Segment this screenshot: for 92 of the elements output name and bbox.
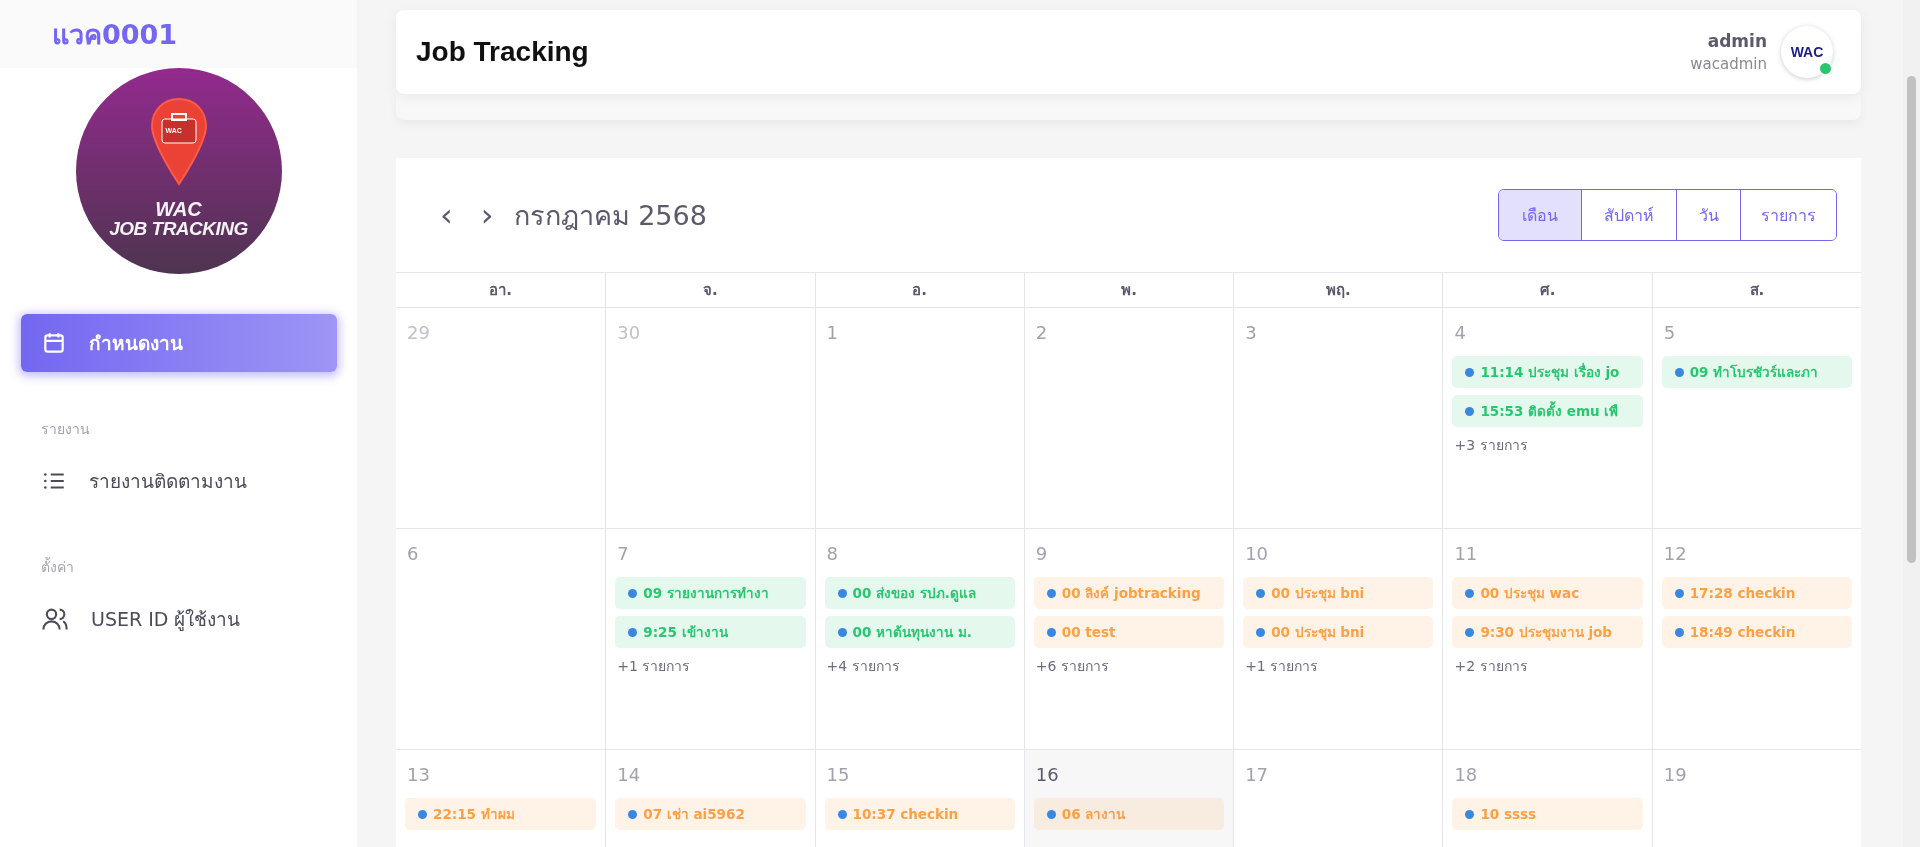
day-cell[interactable]: 18 10 ssss: [1442, 750, 1652, 847]
day-number: 8: [826, 543, 838, 564]
event-chip[interactable]: 9:30 ประชุมงาน job: [1452, 616, 1643, 648]
calendar-icon: [41, 330, 67, 356]
day-cell[interactable]: 29: [396, 308, 606, 529]
event-chip[interactable]: 11:14 ประชุม เรื่อง jo: [1452, 356, 1643, 388]
day-cell[interactable]: 9 00 ลิงค์ jobtracking 00 test +6 รายการ: [1023, 529, 1234, 750]
day-cell[interactable]: 10 00 ประชุม bni 00 ประชุม bni +1 รายการ: [1233, 529, 1443, 750]
weekday-header: อ.: [912, 280, 928, 301]
event-chip[interactable]: 00 หาต้นทุนงาน ม.: [824, 616, 1015, 648]
day-number: 30: [617, 322, 641, 343]
next-button[interactable]: ›: [466, 199, 508, 231]
view-tab[interactable]: รายการ: [1740, 190, 1836, 240]
avatar[interactable]: WAC: [1781, 26, 1833, 78]
event-chip[interactable]: 00 ประชุม bni: [1243, 616, 1434, 648]
weekday-header: ส.: [1749, 280, 1765, 301]
day-number: 16: [1035, 764, 1059, 785]
day-cell[interactable]: 12 17:28 checkin 18:49 checkin: [1651, 529, 1861, 750]
nav-item[interactable]: กำหนดงาน: [21, 314, 337, 372]
event-chip[interactable]: 00 ประชุม wac: [1452, 577, 1643, 609]
user-name: admin: [1707, 31, 1767, 51]
day-cell[interactable]: 17: [1233, 750, 1443, 847]
event-chip[interactable]: 00 ประชุม bni: [1243, 577, 1434, 609]
day-cell[interactable]: 15 10:37 checkin: [814, 750, 1024, 847]
day-number: 7: [617, 543, 629, 564]
day-number: 2: [1035, 322, 1048, 343]
day-number: 29: [407, 322, 430, 343]
event-chip[interactable]: 22:15 ทำผม: [405, 798, 597, 830]
weekday-header: ศ.: [1539, 280, 1556, 301]
more-link[interactable]: +4 รายการ: [826, 655, 900, 677]
previous-button[interactable]: ‹: [426, 199, 467, 231]
day-cell[interactable]: 6: [396, 529, 606, 750]
nav-item[interactable]: USER ID ผู้ใช้งาน: [21, 590, 337, 648]
event-chip[interactable]: 00 test: [1033, 616, 1225, 648]
day-cell[interactable]: 16 06 ลางาน: [1023, 750, 1234, 847]
view-tab[interactable]: เดือน: [1499, 190, 1581, 240]
event-chip[interactable]: 10 ssss: [1452, 798, 1643, 830]
day-number: 5: [1663, 322, 1676, 343]
day-number: 12: [1663, 543, 1687, 564]
event-chip[interactable]: 09 ทำโบรชัวร์และภา: [1661, 356, 1852, 388]
day-number: 6: [407, 543, 419, 564]
weekday-header: อา.: [489, 280, 512, 301]
day-cell[interactable]: 11 00 ประชุม wac 9:30 ประชุมงาน job +2 รายการ: [1442, 529, 1652, 750]
day-cell[interactable]: 30: [605, 308, 815, 529]
day-number: 11: [1454, 543, 1478, 564]
day-cell[interactable]: 3: [1233, 308, 1443, 529]
day-number: 4: [1454, 322, 1466, 343]
day-number: 17: [1245, 764, 1269, 785]
event-chip[interactable]: 06 ลางาน: [1033, 798, 1225, 830]
day-number: 3: [1245, 322, 1257, 343]
more-link[interactable]: +3 รายการ: [1454, 434, 1528, 456]
event-chip[interactable]: 00 ลิงค์ jobtracking: [1033, 577, 1225, 609]
day-cell[interactable]: 5 09 ทำโบรชัวร์และภา: [1651, 308, 1861, 529]
more-link[interactable]: +1 รายการ: [617, 655, 691, 677]
event-chip[interactable]: 10:37 checkin: [824, 798, 1015, 830]
day-cell[interactable]: 1: [814, 308, 1024, 529]
event-chip[interactable]: 09 รายงานการทำงา: [615, 577, 806, 609]
day-number: 15: [826, 764, 850, 785]
day-cell[interactable]: 4 11:14 ประชุม เรื่อง jo 15:53 ติดตั้ง emu เพื +3 รายการ: [1442, 308, 1652, 529]
event-chip[interactable]: 07 เช่า ai5962: [615, 798, 806, 830]
nav-item[interactable]: รายงานติดตามงาน: [21, 452, 337, 510]
user-id: wacadmin: [1690, 55, 1767, 73]
event-chip[interactable]: 00 ส่งของ รปภ.ดูแล: [824, 577, 1015, 609]
day-cell[interactable]: 14 07 เช่า ai5962: [605, 750, 815, 847]
day-cell[interactable]: 19: [1651, 750, 1861, 847]
day-number: 13: [407, 764, 430, 785]
page-title: Job Tracking: [416, 36, 590, 68]
day-cell[interactable]: 13 22:15 ทำผม: [396, 750, 606, 847]
day-cell[interactable]: 8 00 ส่งของ รปภ.ดูแล 00 หาต้นทุนงาน ม. +4 รายการ: [814, 529, 1024, 750]
weekday-header: พ.: [1121, 280, 1137, 301]
event-chip[interactable]: 17:28 checkin: [1661, 577, 1852, 609]
more-link[interactable]: +6 รายการ: [1035, 655, 1109, 677]
day-cell[interactable]: 7 09 รายงานการทำงา 9:25 เข้างาน +1 รายการ: [605, 529, 815, 750]
brand-title: แวค0001: [0, 0, 357, 68]
more-link[interactable]: +2 รายการ: [1454, 655, 1528, 677]
event-chip[interactable]: 15:53 ติดตั้ง emu เพื: [1452, 395, 1643, 427]
day-number: 19: [1663, 764, 1687, 785]
more-link[interactable]: +1 รายการ: [1245, 655, 1319, 677]
event-chip[interactable]: 18:49 checkin: [1661, 616, 1852, 648]
section-label: ตั้งค่า: [40, 556, 75, 577]
scrollbar-thumb[interactable]: [1907, 76, 1916, 563]
day-number: 9: [1035, 543, 1048, 564]
day-cell[interactable]: 2: [1023, 308, 1234, 529]
day-number: 14: [617, 764, 641, 785]
weekday-header: พฤ.: [1325, 280, 1351, 301]
day-number: 1: [826, 322, 838, 343]
section-label: รายงาน: [40, 420, 91, 439]
day-number: 10: [1245, 543, 1269, 564]
day-number: 18: [1454, 764, 1478, 785]
month-title: กรกฎาคม 2568: [513, 198, 708, 233]
event-chip[interactable]: 9:25 เข้างาน: [615, 616, 806, 648]
weekday-header: จ.: [703, 280, 718, 301]
